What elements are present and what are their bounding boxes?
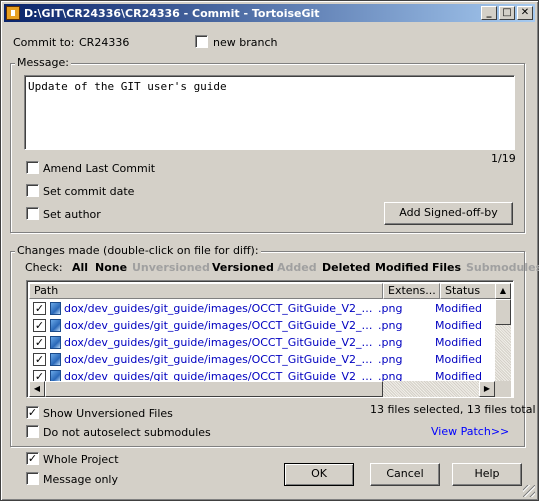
whole-project-checkbox[interactable]: ✓ — [26, 452, 39, 465]
file-status: Modified — [435, 336, 482, 349]
commit-message-input[interactable]: Update of the GIT user's guide — [24, 75, 515, 150]
file-status: Modified — [435, 302, 482, 315]
file-extension: .png — [378, 302, 403, 315]
new-branch-checkbox[interactable] — [195, 35, 208, 48]
file-row-checkbox[interactable]: ✓ — [33, 302, 46, 315]
new-branch-label: new branch — [213, 36, 278, 49]
amend-commit-checkbox[interactable] — [26, 161, 39, 174]
minimize-button[interactable]: _ — [481, 6, 497, 20]
file-path: dox/dev_guides/git_guide/images/OCCT_Git… — [64, 302, 374, 315]
file-path: dox/dev_guides/git_guide/images/OCCT_Git… — [64, 353, 374, 366]
file-path: dox/dev_guides/git_guide/images/OCCT_Git… — [64, 336, 374, 349]
filter-none[interactable]: None — [95, 261, 127, 274]
filter-versioned[interactable]: Versioned — [212, 261, 274, 274]
set-commit-date-checkbox[interactable] — [26, 184, 39, 197]
filter-submodules: Submodules — [466, 261, 539, 274]
close-button[interactable]: ✕ — [517, 6, 533, 20]
file-row-checkbox[interactable]: ✓ — [33, 336, 46, 349]
message-line-counter: 1/19 — [491, 152, 516, 165]
view-patch-link[interactable]: View Patch>> — [431, 425, 509, 438]
filter-deleted[interactable]: Deleted — [322, 261, 370, 274]
filter-added: Added — [277, 261, 317, 274]
commit-dialog: D:\GIT\CR24336\CR24336 - Commit - Tortoi… — [0, 0, 539, 501]
message-group-label: Message: — [15, 56, 71, 69]
ok-button[interactable]: OK — [284, 463, 354, 486]
selection-summary: 13 files selected, 13 files total — [370, 403, 536, 416]
set-author-checkbox[interactable] — [26, 207, 39, 220]
file-row-checkbox[interactable]: ✓ — [33, 353, 46, 366]
list-header: Path Extens... Status — [29, 283, 496, 299]
image-file-icon — [50, 353, 61, 366]
filter-unversioned: Unversioned — [132, 261, 210, 274]
file-row[interactable]: ✓ dox/dev_guides/git_guide/images/OCCT_G… — [29, 317, 482, 334]
file-extension: .png — [378, 319, 403, 332]
check-label: Check: — [25, 261, 63, 274]
file-status: Modified — [435, 353, 482, 366]
file-path: dox/dev_guides/git_guide/images/OCCT_Git… — [64, 319, 374, 332]
set-commit-date-label: Set commit date — [43, 185, 135, 198]
whole-project-label: Whole Project — [43, 453, 119, 466]
add-signed-off-by-button[interactable]: Add Signed-off-by — [384, 202, 513, 225]
window-title: D:\GIT\CR24336\CR24336 - Commit - Tortoi… — [24, 6, 320, 20]
horizontal-scrollbar[interactable]: ◀ ▶ — [29, 381, 495, 397]
changes-group-label: Changes made (double-click on file for d… — [15, 244, 261, 257]
tortoisegit-icon — [6, 6, 20, 20]
message-only-checkbox[interactable] — [26, 472, 39, 485]
no-autoselect-submodules-checkbox[interactable] — [26, 425, 39, 438]
filter-modified[interactable]: Modified — [375, 261, 429, 274]
scroll-corner — [495, 381, 511, 397]
column-status[interactable]: Status — [440, 283, 496, 299]
image-file-icon — [50, 336, 61, 349]
image-file-icon — [50, 319, 61, 332]
title-bar[interactable]: D:\GIT\CR24336\CR24336 - Commit - Tortoi… — [4, 4, 535, 22]
horizontal-scroll-thumb[interactable] — [45, 381, 383, 397]
message-only-label: Message only — [43, 473, 118, 486]
resize-grip-icon[interactable] — [523, 485, 535, 497]
scroll-up-arrow-icon[interactable]: ▲ — [495, 283, 511, 299]
file-row[interactable]: ✓ dox/dev_guides/git_guide/images/OCCT_G… — [29, 334, 482, 351]
help-button[interactable]: Help — [452, 463, 522, 486]
column-extension[interactable]: Extens... — [383, 283, 440, 299]
image-file-icon — [50, 302, 61, 315]
cancel-button[interactable]: Cancel — [370, 463, 440, 486]
file-extension: .png — [378, 336, 403, 349]
maximize-button[interactable]: □ — [499, 6, 515, 20]
vertical-scrollbar[interactable]: ▲ — [495, 283, 511, 381]
file-row[interactable]: ✓ dox/dev_guides/git_guide/images/OCCT_G… — [29, 351, 482, 368]
branch-name: CR24336 — [79, 36, 130, 49]
file-row[interactable]: ✓ dox/dev_guides/git_guide/images/OCCT_G… — [29, 300, 482, 317]
filter-files[interactable]: Files — [432, 261, 461, 274]
file-row-checkbox[interactable]: ✓ — [33, 319, 46, 332]
scroll-left-arrow-icon[interactable]: ◀ — [29, 381, 45, 397]
changed-files-list[interactable]: Path Extens... Status ✓ dox/dev_guides/g… — [26, 280, 514, 398]
set-author-label: Set author — [43, 208, 101, 221]
scroll-right-arrow-icon[interactable]: ▶ — [479, 381, 495, 397]
show-unversioned-checkbox[interactable]: ✓ — [26, 406, 39, 419]
vertical-scroll-thumb[interactable] — [495, 299, 511, 325]
column-path[interactable]: Path — [29, 283, 383, 299]
file-extension: .png — [378, 353, 403, 366]
no-autoselect-submodules-label: Do not autoselect submodules — [43, 426, 211, 439]
file-status: Modified — [435, 319, 482, 332]
show-unversioned-label: Show Unversioned Files — [43, 407, 173, 420]
amend-commit-label: Amend Last Commit — [43, 162, 156, 175]
commit-to-label: Commit to: — [13, 36, 75, 49]
filter-all[interactable]: All — [72, 261, 88, 274]
